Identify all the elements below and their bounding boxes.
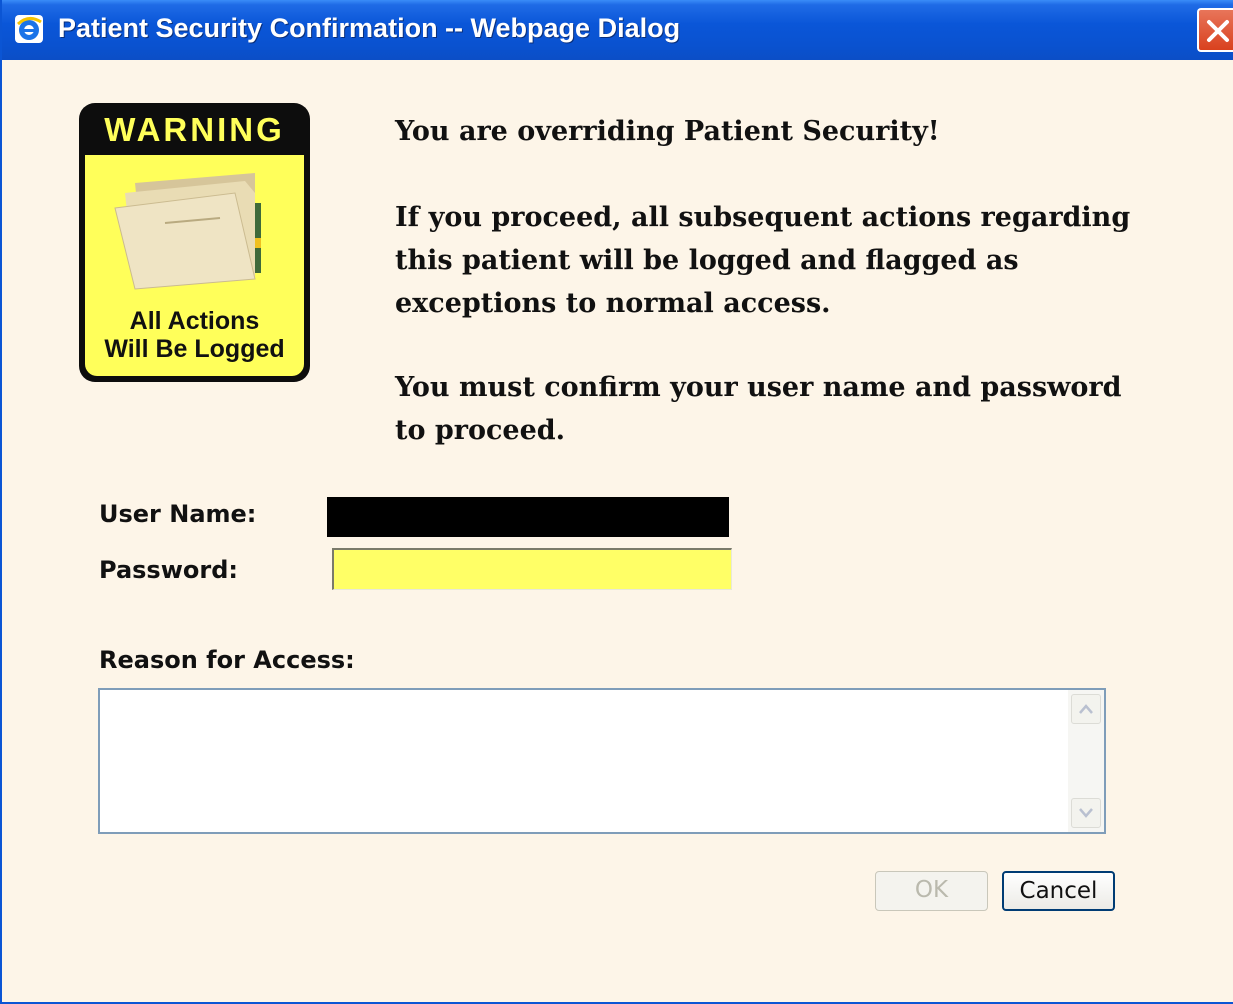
warning-footer-line1: All Actions — [129, 307, 260, 335]
window-title: Patient Security Confirmation -- Webpage… — [58, 13, 681, 43]
warning-heading: WARNING — [104, 111, 285, 148]
warning-footer-line2: Will Be Logged — [104, 335, 285, 363]
warning-sign-panel: All Actions Will Be Logged — [85, 155, 304, 376]
ok-button[interactable]: OK — [875, 871, 988, 911]
password-label: Password: — [99, 556, 238, 584]
logging-message: If you proceed, all subsequent actions r… — [395, 202, 1131, 319]
close-button[interactable] — [1197, 8, 1233, 52]
user-name-field[interactable] — [327, 497, 729, 537]
reason-textarea-box — [98, 688, 1106, 834]
override-message: You are overriding Patient Security! — [395, 116, 940, 147]
title-bar[interactable]: Patient Security Confirmation -- Webpage… — [2, 0, 1233, 60]
scroll-down-button[interactable] — [1071, 798, 1101, 828]
warning-sign: WARNING All Actions Will Be Logged — [79, 103, 310, 382]
warning-footer: All Actions Will Be Logged — [85, 307, 304, 363]
scroll-up-button[interactable] — [1071, 694, 1101, 724]
cancel-button[interactable]: Cancel — [1002, 871, 1115, 911]
ie-icon — [15, 15, 43, 43]
scroll-up-icon — [1079, 704, 1093, 714]
folder-icon — [114, 173, 261, 290]
user-name-label: User Name: — [99, 500, 257, 528]
password-input[interactable] — [332, 548, 732, 590]
reason-textarea[interactable] — [100, 690, 1066, 832]
scrollbar[interactable] — [1068, 690, 1104, 832]
scroll-down-icon — [1079, 808, 1093, 818]
reason-label: Reason for Access: — [99, 646, 355, 674]
close-icon — [1207, 20, 1229, 42]
confirm-message: You must confirm your user name and pass… — [395, 372, 1122, 446]
webpage-dialog: Patient Security Confirmation -- Webpage… — [0, 0, 1233, 1004]
